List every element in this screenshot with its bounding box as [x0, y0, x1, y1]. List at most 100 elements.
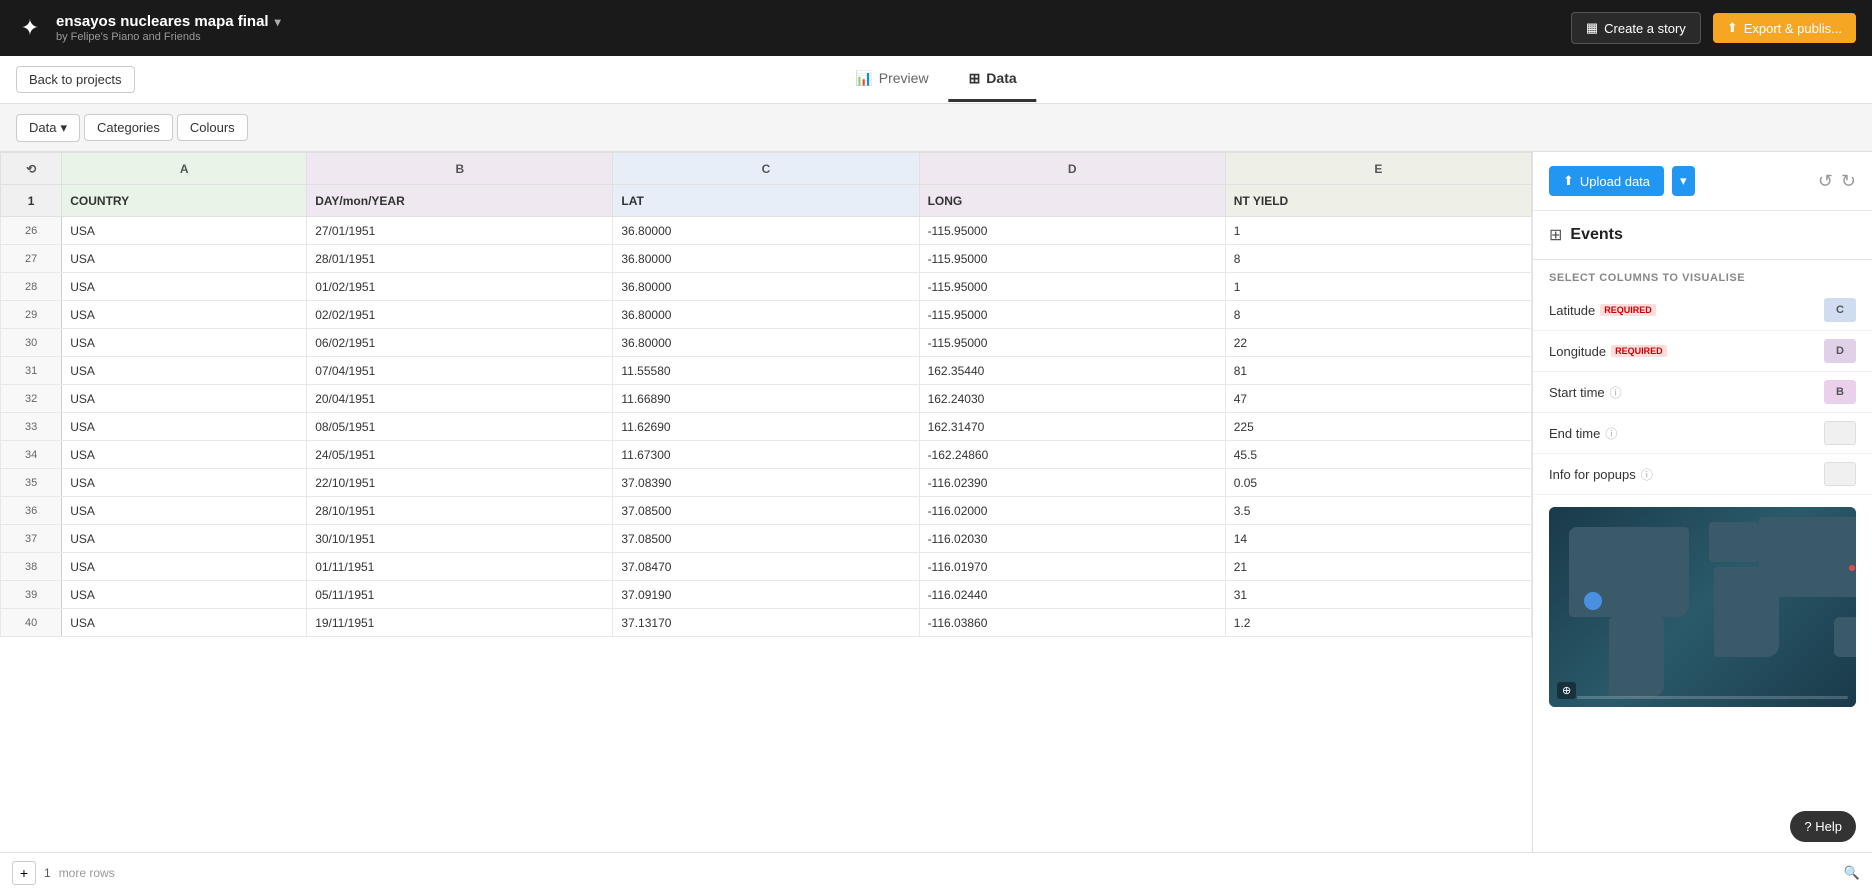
cell-date[interactable]: 24/05/1951 — [307, 441, 613, 469]
cell-long[interactable]: -115.95000 — [919, 329, 1225, 357]
cell-lat[interactable]: 37.08500 — [613, 525, 919, 553]
toolbar-categories-button[interactable]: Categories — [84, 114, 173, 141]
cell-date[interactable]: 22/10/1951 — [307, 469, 613, 497]
cell-yield[interactable]: 22 — [1225, 329, 1531, 357]
row-reset-icon[interactable]: ⟲ — [26, 162, 36, 176]
col-badge-start-time[interactable]: B — [1824, 380, 1856, 404]
cell-date[interactable]: 06/02/1951 — [307, 329, 613, 357]
cell-lat[interactable]: 11.66890 — [613, 385, 919, 413]
cell-country[interactable]: USA — [62, 413, 307, 441]
cell-country[interactable]: USA — [62, 497, 307, 525]
cell-yield[interactable]: 8 — [1225, 245, 1531, 273]
tab-data[interactable]: ⊞ Data — [949, 58, 1037, 102]
toolbar-colours-button[interactable]: Colours — [177, 114, 248, 141]
cell-date[interactable]: 01/02/1951 — [307, 273, 613, 301]
cell-country[interactable]: USA — [62, 273, 307, 301]
toolbar-data-button[interactable]: Data ▾ — [16, 114, 80, 142]
cell-lat[interactable]: 36.80000 — [613, 245, 919, 273]
cell-country[interactable]: USA — [62, 217, 307, 245]
cell-lat[interactable]: 37.08470 — [613, 553, 919, 581]
cell-yield[interactable]: 14 — [1225, 525, 1531, 553]
cell-yield[interactable]: 31 — [1225, 581, 1531, 609]
cell-country[interactable]: USA — [62, 525, 307, 553]
cell-lat[interactable]: 37.13170 — [613, 609, 919, 637]
cell-country[interactable]: USA — [62, 301, 307, 329]
cell-lat[interactable]: 11.62690 — [613, 413, 919, 441]
cell-country[interactable]: USA — [62, 329, 307, 357]
cell-lat[interactable]: 37.08500 — [613, 497, 919, 525]
cell-yield[interactable]: 45.5 — [1225, 441, 1531, 469]
cell-lat[interactable]: 37.08390 — [613, 469, 919, 497]
cell-yield[interactable]: 81 — [1225, 357, 1531, 385]
cell-date[interactable]: 05/11/1951 — [307, 581, 613, 609]
undo-button[interactable]: ↺ — [1818, 171, 1833, 192]
col-header-d[interactable]: D — [919, 153, 1225, 185]
cell-long[interactable]: -115.95000 — [919, 245, 1225, 273]
cell-long[interactable]: -116.02390 — [919, 469, 1225, 497]
export-publish-button[interactable]: ⬆ Export & publis... — [1713, 13, 1856, 43]
cell-long[interactable]: -116.01970 — [919, 553, 1225, 581]
col-badge-info-popups[interactable] — [1824, 462, 1856, 486]
cell-yield[interactable]: 3.5 — [1225, 497, 1531, 525]
cell-yield[interactable]: 8 — [1225, 301, 1531, 329]
cell-yield[interactable]: 1 — [1225, 273, 1531, 301]
create-story-button[interactable]: ▦ Create a story — [1571, 12, 1701, 44]
col-header-b[interactable]: B — [307, 153, 613, 185]
cell-country[interactable]: USA — [62, 441, 307, 469]
cell-long[interactable]: 162.24030 — [919, 385, 1225, 413]
cell-country[interactable]: USA — [62, 469, 307, 497]
cell-date[interactable]: 20/04/1951 — [307, 385, 613, 413]
upload-dropdown-button[interactable]: ▾ — [1672, 166, 1695, 196]
cell-long[interactable]: -115.95000 — [919, 301, 1225, 329]
add-row-button[interactable]: + — [12, 861, 36, 885]
cell-date[interactable]: 19/11/1951 — [307, 609, 613, 637]
cell-yield[interactable]: 47 — [1225, 385, 1531, 413]
tab-preview[interactable]: 📊 Preview — [835, 58, 948, 102]
cell-date[interactable]: 28/10/1951 — [307, 497, 613, 525]
cell-long[interactable]: -162.24860 — [919, 441, 1225, 469]
redo-button[interactable]: ↻ — [1841, 171, 1856, 192]
cell-country[interactable]: USA — [62, 245, 307, 273]
cell-lat[interactable]: 36.80000 — [613, 329, 919, 357]
map-preview[interactable]: ⊕ — [1549, 507, 1856, 707]
cell-long[interactable]: -115.95000 — [919, 273, 1225, 301]
cell-date[interactable]: 30/10/1951 — [307, 525, 613, 553]
cell-date[interactable]: 07/04/1951 — [307, 357, 613, 385]
cell-lat[interactable]: 11.67300 — [613, 441, 919, 469]
cell-long[interactable]: -116.02000 — [919, 497, 1225, 525]
cell-yield[interactable]: 225 — [1225, 413, 1531, 441]
cell-country[interactable]: USA — [62, 357, 307, 385]
cell-country[interactable]: USA — [62, 385, 307, 413]
upload-data-button[interactable]: ⬆ Upload data — [1549, 166, 1664, 196]
cell-lat[interactable]: 36.80000 — [613, 301, 919, 329]
col-header-c[interactable]: C — [613, 153, 919, 185]
cell-long[interactable]: -116.03860 — [919, 609, 1225, 637]
cell-date[interactable]: 28/01/1951 — [307, 245, 613, 273]
cell-lat[interactable]: 36.80000 — [613, 217, 919, 245]
cell-lat[interactable]: 11.55580 — [613, 357, 919, 385]
cell-date[interactable]: 02/02/1951 — [307, 301, 613, 329]
col-header-e[interactable]: E — [1225, 153, 1531, 185]
cell-long[interactable]: 162.31470 — [919, 413, 1225, 441]
cell-long[interactable]: 162.35440 — [919, 357, 1225, 385]
cell-long[interactable]: -116.02030 — [919, 525, 1225, 553]
cell-date[interactable]: 08/05/1951 — [307, 413, 613, 441]
back-to-projects-button[interactable]: Back to projects — [16, 66, 135, 93]
info-icon-popups[interactable]: ⓘ — [1641, 466, 1653, 483]
cell-lat[interactable]: 36.80000 — [613, 273, 919, 301]
cell-country[interactable]: USA — [62, 553, 307, 581]
help-button[interactable]: ? Help — [1790, 811, 1856, 842]
cell-long[interactable]: -115.95000 — [919, 217, 1225, 245]
cell-long[interactable]: -116.02440 — [919, 581, 1225, 609]
col-badge-latitude[interactable]: C — [1824, 298, 1856, 322]
project-dropdown-chevron[interactable]: ▾ — [275, 15, 281, 29]
table-area[interactable]: ⟲ A B C D E 1 COUNTRY DAY/mon/YEAR LAT L… — [0, 152, 1532, 892]
cell-country[interactable]: USA — [62, 581, 307, 609]
cell-country[interactable]: USA — [62, 609, 307, 637]
cell-yield[interactable]: 0.05 — [1225, 469, 1531, 497]
cell-lat[interactable]: 37.09190 — [613, 581, 919, 609]
info-icon-start-time[interactable]: ⓘ — [1610, 384, 1622, 401]
cell-yield[interactable]: 1.2 — [1225, 609, 1531, 637]
cell-yield[interactable]: 21 — [1225, 553, 1531, 581]
cell-date[interactable]: 01/11/1951 — [307, 553, 613, 581]
